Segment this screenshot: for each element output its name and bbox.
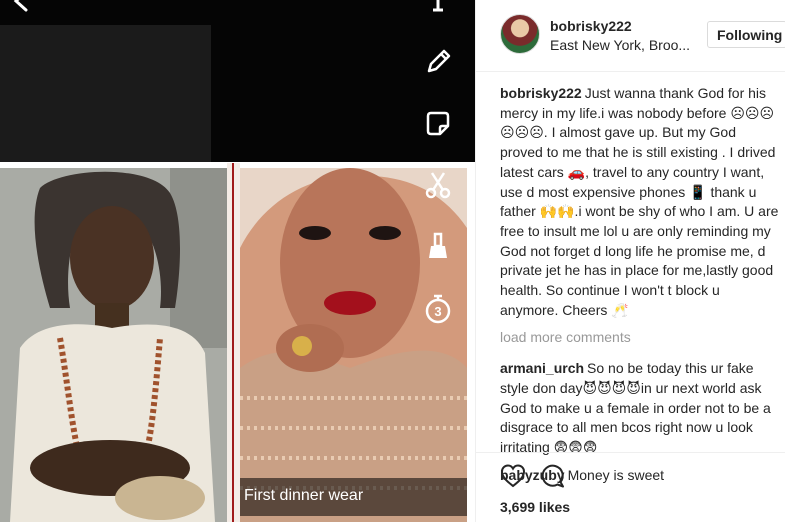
text-tool-icon[interactable] (428, 0, 448, 14)
post-header: bobrisky222 East New York, Broo... Follo… (476, 0, 785, 72)
stopwatch-icon: 3 (425, 294, 451, 324)
scissors-tool[interactable] (420, 167, 456, 203)
caption-bar: First dinner wear (240, 478, 467, 516)
post-media: First dinner wear 3 (0, 0, 475, 522)
collage-divider (232, 163, 234, 522)
eraser-tool[interactable] (420, 228, 456, 264)
comments-section: bobrisky222 Just wanna thank God for his … (500, 84, 782, 493)
heart-icon[interactable] (500, 463, 526, 489)
sticker-tool[interactable] (420, 106, 456, 142)
load-more-comments-link[interactable]: load more comments (500, 328, 782, 348)
header-location[interactable]: East New York, Broo... (550, 37, 690, 53)
photo-before (0, 168, 227, 522)
caption-text: First dinner wear (244, 487, 364, 504)
caption-comment: bobrisky222 Just wanna thank God for his … (500, 84, 782, 320)
sticker-icon (426, 111, 450, 136)
comment-icon[interactable] (539, 463, 565, 489)
media-dark-block (0, 25, 211, 162)
comment-text: Just wanna thank God for his mercy in my… (500, 85, 779, 318)
pencil-tool[interactable] (420, 44, 456, 80)
post-panel: bobrisky222 East New York, Broo... Follo… (475, 0, 785, 522)
photo-after: First dinner wear (240, 168, 467, 522)
comment-author[interactable]: bobrisky222 (500, 85, 582, 101)
media-top-dark-area (0, 0, 475, 162)
actions-bar: 3,699 likes (476, 452, 785, 522)
comment-author[interactable]: armani_urch (500, 360, 584, 376)
eraser-icon (429, 232, 447, 258)
comment-item: armani_urch So no be today this ur fake s… (500, 359, 782, 458)
avatar[interactable] (500, 14, 540, 54)
likes-count[interactable]: 3,699 likes (500, 499, 570, 515)
pencil-icon (427, 49, 451, 73)
scissors-icon (425, 172, 451, 199)
header-username[interactable]: bobrisky222 (550, 18, 632, 34)
timer-tool[interactable]: 3 (420, 291, 456, 327)
back-chevron-icon[interactable] (10, 0, 32, 12)
following-button[interactable]: Following (707, 21, 785, 48)
timer-value: 3 (434, 304, 441, 319)
